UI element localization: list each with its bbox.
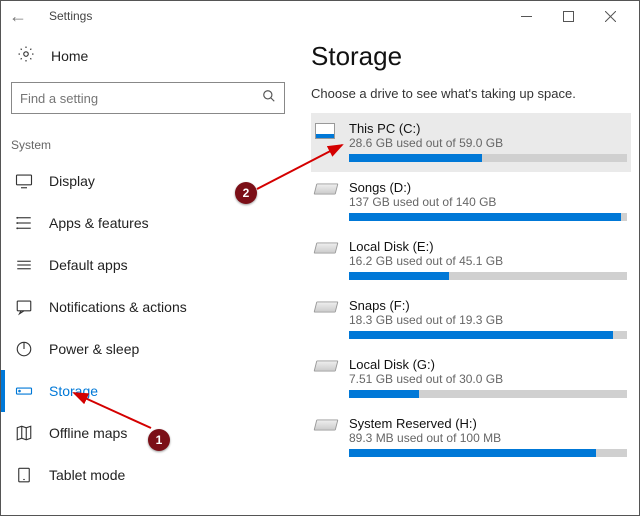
close-button[interactable] [589, 2, 631, 30]
usage-bar [349, 272, 627, 280]
drive-row[interactable]: Local Disk (E:)16.2 GB used out of 45.1 … [311, 231, 631, 290]
drive-usage: 28.6 GB used out of 59.0 GB [349, 136, 627, 150]
disk-icon [315, 298, 341, 339]
search-box[interactable] [11, 82, 285, 114]
drive-name: This PC (C:) [349, 121, 627, 136]
page-description: Choose a drive to see what's taking up s… [311, 86, 631, 101]
titlebar: ← Settings [1, 1, 639, 31]
drive-row[interactable]: Snaps (F:)18.3 GB used out of 19.3 GB [311, 290, 631, 349]
sidebar-item-label: Storage [49, 383, 98, 399]
drive-usage: 137 GB used out of 140 GB [349, 195, 627, 209]
disk-icon [315, 180, 341, 221]
sidebar-item-storage[interactable]: Storage [1, 370, 297, 412]
sidebar-item-label: Notifications & actions [49, 299, 187, 315]
usage-bar [349, 449, 627, 457]
default-apps-icon [13, 256, 35, 274]
drive-name: Songs (D:) [349, 180, 627, 195]
sidebar-item-label: Default apps [49, 257, 128, 273]
sidebar-item-default-apps[interactable]: Default apps [1, 244, 297, 286]
usage-bar [349, 213, 627, 221]
drive-name: Local Disk (E:) [349, 239, 627, 254]
main-panel: Storage Choose a drive to see what's tak… [297, 31, 639, 515]
drive-name: Local Disk (G:) [349, 357, 627, 372]
sidebar-item-label: Display [49, 173, 95, 189]
usage-bar [349, 390, 627, 398]
maps-icon [13, 424, 35, 442]
minimize-button[interactable] [505, 2, 547, 30]
notifications-icon [13, 298, 35, 316]
disk-icon [315, 416, 341, 457]
annotation-marker-1: 1 [148, 429, 170, 451]
drive-name: Snaps (F:) [349, 298, 627, 313]
power-icon [13, 340, 35, 358]
annotation-marker-2: 2 [235, 182, 257, 204]
page-title: Storage [311, 41, 631, 72]
drive-row[interactable]: Local Disk (G:)7.51 GB used out of 30.0 … [311, 349, 631, 408]
home-label: Home [51, 48, 88, 64]
usage-bar [349, 154, 627, 162]
apps-icon [13, 214, 35, 232]
maximize-button[interactable] [547, 2, 589, 30]
tablet-icon [13, 466, 35, 484]
section-label: System [1, 120, 297, 160]
sidebar-item-label: Power & sleep [49, 341, 139, 357]
drive-usage: 89.3 MB used out of 100 MB [349, 431, 627, 445]
sidebar-item-label: Offline maps [49, 425, 127, 441]
sidebar-item-label: Tablet mode [49, 467, 125, 483]
drive-usage: 18.3 GB used out of 19.3 GB [349, 313, 627, 327]
disk-icon [315, 239, 341, 280]
drive-name: System Reserved (H:) [349, 416, 627, 431]
back-button[interactable]: ← [9, 6, 33, 27]
disk-icon [315, 357, 341, 398]
pc-icon [315, 121, 341, 162]
search-input[interactable] [20, 91, 262, 106]
search-icon [262, 89, 276, 108]
sidebar-item-apps[interactable]: Apps & features [1, 202, 297, 244]
usage-bar [349, 331, 627, 339]
display-icon [13, 172, 35, 190]
sidebar-item-notifications[interactable]: Notifications & actions [1, 286, 297, 328]
gear-icon [17, 45, 37, 66]
drive-row[interactable]: This PC (C:)28.6 GB used out of 59.0 GB [311, 113, 631, 172]
storage-icon [13, 382, 35, 400]
home-button[interactable]: Home [1, 39, 297, 74]
drive-usage: 7.51 GB used out of 30.0 GB [349, 372, 627, 386]
drive-row[interactable]: System Reserved (H:)89.3 MB used out of … [311, 408, 631, 467]
window-title: Settings [49, 9, 92, 23]
sidebar-item-label: Apps & features [49, 215, 149, 231]
drive-usage: 16.2 GB used out of 45.1 GB [349, 254, 627, 268]
sidebar-item-power[interactable]: Power & sleep [1, 328, 297, 370]
drive-row[interactable]: Songs (D:)137 GB used out of 140 GB [311, 172, 631, 231]
sidebar-item-tablet[interactable]: Tablet mode [1, 454, 297, 496]
